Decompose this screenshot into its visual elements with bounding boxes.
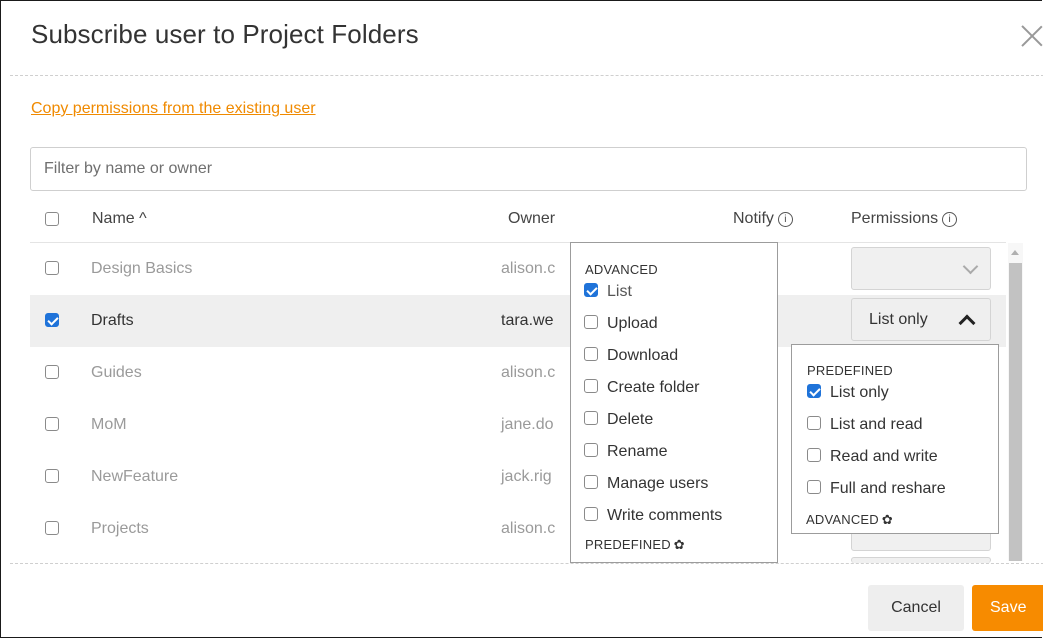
switch-label: PREDEFINED	[585, 537, 671, 552]
folder-name: MoM	[91, 416, 127, 433]
row-checkbox[interactable]	[45, 365, 59, 379]
option-label: Create folder	[607, 379, 700, 396]
permission-option[interactable]: List and read	[807, 416, 923, 444]
folder-name: Drafts	[91, 312, 134, 329]
column-header-name[interactable]: Name ^	[92, 210, 147, 228]
option-label: List	[607, 283, 632, 300]
row-checkbox[interactable]	[45, 521, 59, 535]
row-checkbox[interactable]	[45, 417, 59, 431]
permission-option[interactable]: List	[584, 283, 632, 311]
option-checkbox[interactable]	[584, 475, 598, 489]
permission-option[interactable]: Read and write	[807, 448, 938, 476]
option-label: List only	[830, 384, 889, 401]
permission-option[interactable]: Delete	[584, 411, 653, 439]
folder-name: NewFeature	[91, 468, 179, 485]
row-checkbox[interactable]	[45, 313, 59, 327]
gear-icon: ✿	[881, 512, 893, 527]
popup-heading: PREDEFINED	[807, 363, 893, 378]
permission-option[interactable]: Full and reshare	[807, 480, 946, 508]
option-checkbox[interactable]	[807, 480, 821, 494]
option-label: Write comments	[607, 507, 723, 524]
option-label: Download	[607, 347, 679, 364]
folder-owner: jack.rig	[501, 468, 552, 485]
permission-option[interactable]: Write comments	[584, 507, 722, 535]
folder-owner: alison.c	[501, 520, 556, 537]
folder-owner: jane.do	[501, 416, 554, 433]
cancel-button[interactable]: Cancel	[868, 585, 964, 631]
option-label: Upload	[607, 315, 658, 332]
row-checkbox[interactable]	[45, 469, 59, 483]
option-checkbox[interactable]	[584, 507, 598, 521]
filter-input[interactable]	[30, 147, 1027, 191]
notify-label: Notify	[733, 210, 774, 227]
footer-divider	[10, 563, 1043, 564]
option-checkbox[interactable]	[584, 347, 598, 361]
folder-owner: alison.c	[501, 260, 556, 277]
popup-heading: ADVANCED	[585, 262, 658, 277]
permission-select-open[interactable]: List only	[851, 298, 991, 341]
chevron-up-icon	[958, 314, 976, 332]
gear-icon: ✿	[673, 537, 685, 552]
row-checkbox[interactable]	[45, 261, 59, 275]
switch-to-advanced-link[interactable]: ADVANCED ✿	[806, 512, 893, 528]
option-checkbox[interactable]	[584, 315, 598, 329]
option-checkbox[interactable]	[807, 384, 821, 398]
option-label: Delete	[607, 411, 654, 428]
permission-option[interactable]: Manage users	[584, 475, 708, 503]
header-divider	[10, 75, 1043, 76]
select-all-checkbox[interactable]	[45, 212, 59, 226]
close-icon[interactable]	[1019, 23, 1043, 49]
option-label: Full and reshare	[830, 480, 946, 497]
dialog-title: Subscribe user to Project Folders	[31, 19, 419, 49]
scrollbar-thumb[interactable]	[1009, 263, 1022, 561]
option-checkbox[interactable]	[584, 283, 598, 297]
copy-permissions-link[interactable]: Copy permissions from the existing user	[31, 100, 316, 118]
folder-owner: tara.we	[501, 312, 554, 329]
option-checkbox[interactable]	[584, 443, 598, 457]
column-header-notify: Notify i	[733, 210, 793, 228]
permission-value: List only	[869, 311, 928, 328]
permission-option[interactable]: List only	[807, 384, 889, 412]
permission-option[interactable]: Create folder	[584, 379, 700, 407]
permission-option[interactable]: Upload	[584, 315, 658, 343]
advanced-permissions-popup: ADVANCED List Upload Download Create fol…	[570, 242, 778, 563]
option-label: Manage users	[607, 475, 709, 492]
switch-to-predefined-link[interactable]: PREDEFINED ✿	[585, 537, 685, 553]
permission-option[interactable]: Download	[584, 347, 678, 375]
option-checkbox[interactable]	[584, 411, 598, 425]
predefined-permissions-popup: PREDEFINED List only List and read Read …	[791, 344, 999, 534]
folder-name: Design Basics	[91, 260, 193, 277]
folder-name: Projects	[91, 520, 149, 537]
option-checkbox[interactable]	[807, 416, 821, 430]
info-icon[interactable]: i	[942, 212, 958, 227]
option-label: Read and write	[830, 448, 938, 465]
chevron-down-icon	[962, 258, 979, 275]
scroll-up-icon[interactable]	[1011, 250, 1019, 255]
dialog: Subscribe user to Project Folders Copy p…	[0, 0, 1043, 638]
column-header-owner: Owner	[508, 210, 556, 227]
column-header-permissions: Permissions i	[851, 210, 958, 228]
permission-option[interactable]: Rename	[584, 443, 667, 471]
option-checkbox[interactable]	[807, 448, 821, 462]
switch-label: ADVANCED	[806, 512, 879, 527]
option-checkbox[interactable]	[584, 379, 598, 393]
option-label: Rename	[607, 443, 668, 460]
save-button[interactable]: Save	[972, 585, 1043, 631]
permissions-label: Permissions	[851, 210, 939, 227]
folder-owner: alison.c	[501, 364, 556, 381]
permission-select[interactable]	[851, 247, 991, 290]
folder-name: Guides	[91, 364, 142, 381]
info-icon[interactable]: i	[777, 212, 793, 227]
option-label: List and read	[830, 416, 923, 433]
